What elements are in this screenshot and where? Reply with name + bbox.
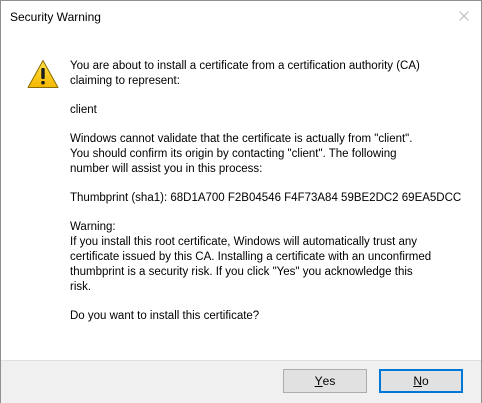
warning-triangle-icon bbox=[27, 60, 59, 88]
button-bar: Yes No bbox=[1, 360, 481, 403]
thumbprint-text: Thumbprint (sha1): 68D1A700 F2B04546 F4F… bbox=[70, 192, 462, 204]
security-warning-dialog: Security Warning You are about to instal… bbox=[0, 0, 482, 403]
yes-button[interactable]: Yes bbox=[283, 369, 367, 393]
confirmation-question: Do you want to install this certificate? bbox=[70, 310, 260, 322]
no-button[interactable]: No bbox=[379, 369, 463, 393]
window-title: Security Warning bbox=[10, 10, 101, 24]
certificate-subject: client bbox=[70, 104, 97, 116]
message-body: You are about to install a certificate f… bbox=[70, 59, 465, 324]
warning-text: Warning: If you install this root certif… bbox=[70, 221, 432, 293]
close-icon bbox=[459, 11, 469, 21]
intro-text: You are about to install a certificate f… bbox=[70, 60, 420, 87]
close-button[interactable] bbox=[447, 1, 481, 31]
validation-text: Windows cannot validate that the certifi… bbox=[70, 133, 413, 175]
title-bar[interactable]: Security Warning bbox=[1, 1, 481, 32]
